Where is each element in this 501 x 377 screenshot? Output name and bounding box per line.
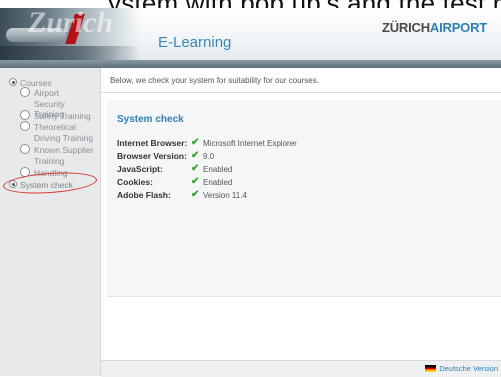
sidebar-item-label: System check (20, 180, 73, 190)
check-mark-icon: ✔ (191, 137, 200, 148)
sidebar-item-handling[interactable]: Handling (20, 167, 68, 179)
radio-icon (20, 110, 30, 120)
check-label: Adobe Flash: (117, 190, 171, 200)
check-value: Version 11.4 (203, 191, 247, 200)
page-header: Zurich E-Learning ZÜRICHAIRPORT (0, 8, 501, 60)
check-mark-icon: ✔ (191, 189, 200, 200)
intro-text: Below, we check your system for suitabil… (110, 76, 319, 85)
sidebar-item-courses[interactable]: Courses (9, 78, 52, 89)
sidebar-item-label: Known Supplier Training (34, 145, 94, 166)
sidebar: Courses Airport Security Training Safety… (0, 68, 101, 376)
brand-logo-part2: AIRPORT (429, 20, 488, 35)
check-label: Internet Browser: (117, 138, 188, 148)
system-check-panel: System check Internet Browser: ✔ Microso… (107, 100, 501, 297)
check-label: JavaScript: (117, 164, 163, 174)
check-value: Microsoft Internet Explorer (203, 139, 297, 148)
check-mark-icon: ✔ (191, 176, 200, 187)
brand-logo[interactable]: ZÜRICHAIRPORT (382, 20, 487, 35)
check-value: Enabled (203, 165, 233, 174)
german-flag-icon (425, 365, 437, 372)
app-subtitle: E-Learning (158, 34, 232, 51)
divider (101, 92, 501, 93)
content-area (101, 298, 501, 360)
sidebar-item-label: Safety Training (34, 111, 91, 121)
check-label: Browser Version: (117, 151, 187, 161)
panel-title: System check (117, 114, 184, 125)
sidebar-item-label: Theoretical Driving Training (34, 122, 94, 143)
header-divider-bar (0, 60, 501, 68)
zurich-logo-text: Zurich (28, 8, 114, 39)
check-label: Cookies: (117, 177, 153, 187)
sidebar-item-known-supplier-training[interactable]: Known Supplier Training (20, 144, 94, 166)
radio-icon (20, 144, 30, 154)
check-value: 9.0 (203, 152, 215, 161)
language-switch-link[interactable]: Deutsche Version (425, 364, 498, 373)
check-mark-icon: ✔ (191, 150, 200, 161)
radio-icon (20, 167, 30, 177)
radio-icon (9, 180, 17, 188)
header-photo: Zurich (0, 8, 140, 60)
check-mark-icon: ✔ (191, 163, 200, 174)
sidebar-item-safety-training[interactable]: Safety Training (20, 110, 91, 122)
sidebar-item-system-check[interactable]: System check (9, 180, 73, 191)
page-footer: Deutsche Version (101, 360, 501, 377)
radio-icon (20, 87, 30, 97)
brand-logo-part1: ZÜRICH (382, 20, 430, 35)
language-switch-label: Deutsche Version (439, 364, 498, 373)
main-content: Below, we check your system for suitabil… (101, 68, 501, 377)
radio-icon (9, 78, 17, 86)
sidebar-item-theoretical-driving-training[interactable]: Theoretical Driving Training (20, 121, 100, 143)
check-value: Enabled (203, 178, 233, 187)
radio-icon (20, 121, 30, 131)
